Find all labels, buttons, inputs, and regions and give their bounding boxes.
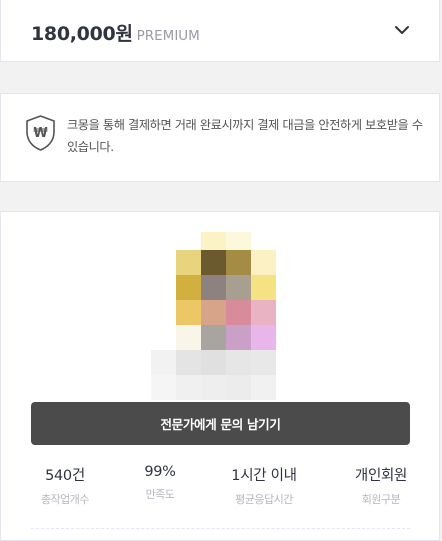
safe-payment-notice: ₩ 크몽을 통해 결제하면 거래 완료시까지 결제 대금을 안전하게 보호받을 … — [0, 93, 440, 182]
contact-expert-button[interactable]: 전문가에게 문의 남기기 — [31, 402, 410, 445]
notice-text: 크몽을 통해 결제하면 거래 완료시까지 결제 대금을 안전하게 보호받을 수 … — [67, 118, 423, 154]
divider — [31, 528, 410, 529]
stat-value: 개인회원 — [354, 468, 408, 484]
package-grade: PREMIUM — [136, 28, 200, 44]
stat-value: 540건 — [45, 468, 85, 484]
price-amount: 180,000원 — [31, 23, 133, 45]
avatar[interactable] — [151, 232, 276, 400]
chevron-down-icon[interactable] — [393, 21, 411, 39]
stat-label: 평균응답시간 — [235, 493, 293, 506]
stat-response-time: 1시간 이내 평균응답시간 — [209, 464, 319, 507]
package-selector[interactable]: 180,000원 PREMIUM — [0, 0, 440, 62]
stat-label: 회원구분 — [361, 493, 401, 506]
stat-value: 99% — [144, 464, 176, 480]
stat-total-jobs: 540건 총작업개수 — [10, 464, 120, 507]
stat-label: 총작업개수 — [40, 493, 90, 506]
price-row: 180,000원 PREMIUM — [31, 19, 200, 46]
stat-value: 1시간 이내 — [231, 468, 297, 484]
shield-symbol: ₩ — [33, 126, 48, 141]
shield-won-icon: ₩ — [26, 115, 55, 151]
expert-profile-card: 전문가에게 문의 남기기 540건 총작업개수 99% 만족도 1시간 이내 평… — [0, 211, 440, 541]
stat-member-type: 개인회원 회원구분 — [326, 464, 436, 507]
stat-satisfaction: 99% 만족도 — [105, 464, 215, 502]
stat-label: 만족도 — [145, 488, 175, 501]
